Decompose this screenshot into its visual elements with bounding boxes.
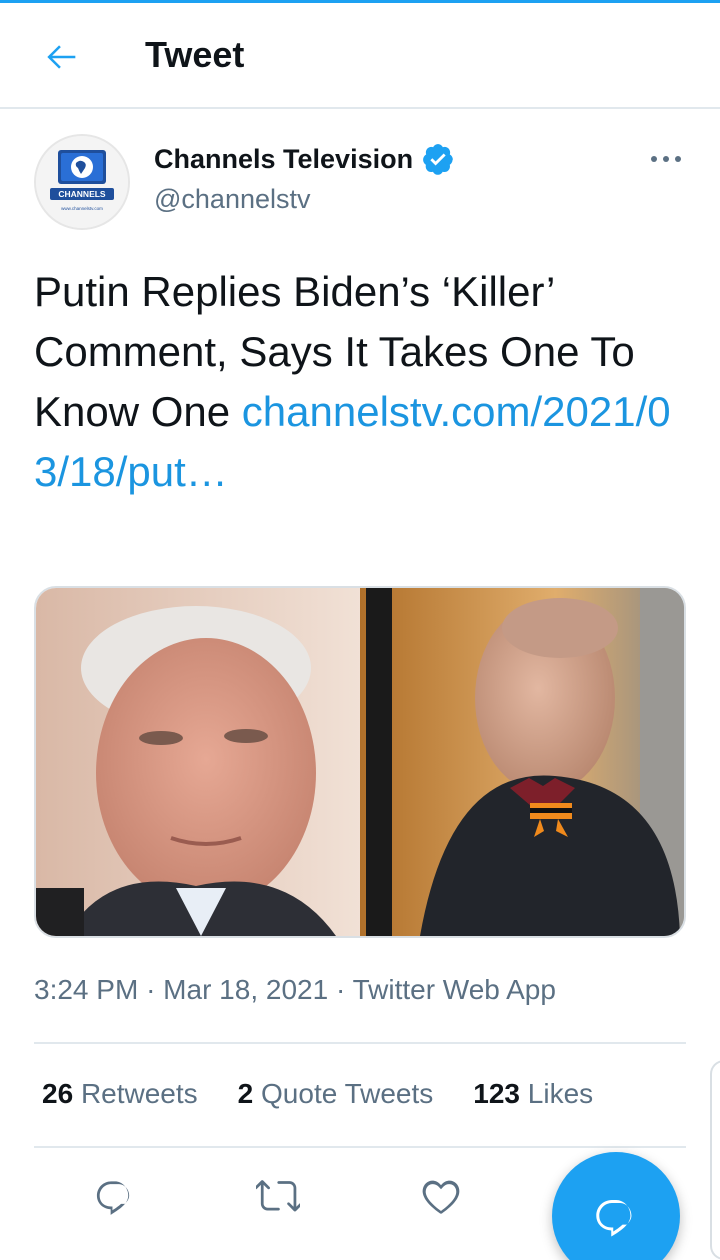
portrait-photo-left [36, 588, 360, 936]
back-button[interactable] [40, 35, 84, 79]
retweets-label: Retweets [80, 1078, 198, 1109]
like-button[interactable] [415, 1170, 467, 1222]
app-header: Tweet [0, 3, 720, 109]
reply-button[interactable] [89, 1170, 141, 1222]
avatar[interactable]: CHANNELS www.channelstv.com [34, 134, 130, 230]
tweet-meta: 3:24 PM · Mar 18, 2021 · Twitter Web App [34, 970, 556, 1010]
avatar-logo-text: CHANNELS [58, 189, 106, 199]
heart-icon [422, 1180, 460, 1214]
reply-icon [96, 1181, 130, 1215]
more-options-button[interactable] [646, 142, 686, 176]
author-name[interactable]: Channels Television [154, 142, 413, 176]
retweet-button[interactable] [252, 1170, 304, 1222]
likes-count: 123 [473, 1078, 520, 1109]
meta-separator: · [146, 974, 156, 1005]
tweet-stats: 26 Retweets 2 Quote Tweets 123 Likes [42, 1074, 633, 1114]
avatar-logo-url: www.channelstv.com [61, 206, 103, 211]
divider [34, 1042, 686, 1044]
tweet-time[interactable]: 3:24 PM [34, 974, 138, 1005]
media-photo-right[interactable] [360, 588, 684, 936]
page-title: Tweet [145, 34, 245, 75]
likes-label: Likes [527, 1078, 594, 1109]
retweet-icon [256, 1180, 300, 1212]
arrow-left-icon [47, 45, 76, 69]
meta-separator: · [335, 974, 346, 1005]
verified-badge-icon [423, 144, 453, 175]
retweets-stat[interactable]: 26 Retweets [42, 1074, 198, 1114]
media-photo-left[interactable] [36, 588, 360, 936]
tweet-body: Putin Replies Biden’s ‘Killer’ Comment, … [34, 262, 694, 502]
quote-tweets-stat[interactable]: 2 Quote Tweets [238, 1074, 434, 1114]
portrait-photo-right [360, 588, 684, 936]
tweet-author: CHANNELS www.channelstv.com Channels Tel… [34, 134, 686, 230]
quote-tweets-count: 2 [237, 1078, 254, 1109]
channels-logo-icon: CHANNELS www.channelstv.com [36, 136, 128, 228]
tweet-media[interactable] [34, 586, 686, 938]
offscreen-panel-edge [710, 1060, 720, 1260]
author-name-row[interactable]: Channels Television [154, 142, 455, 176]
likes-stat[interactable]: 123 Likes [473, 1074, 593, 1114]
author-handle[interactable]: @channelstv [154, 182, 311, 216]
compose-reply-icon [596, 1200, 632, 1237]
more-horizontal-icon [651, 156, 681, 162]
retweets-count: 26 [42, 1078, 74, 1109]
divider [34, 1146, 686, 1148]
tweet-date[interactable]: Mar 18, 2021 [163, 974, 328, 1005]
quote-tweets-label: Quote Tweets [261, 1078, 434, 1109]
tweet-source[interactable]: Twitter Web App [353, 974, 556, 1005]
